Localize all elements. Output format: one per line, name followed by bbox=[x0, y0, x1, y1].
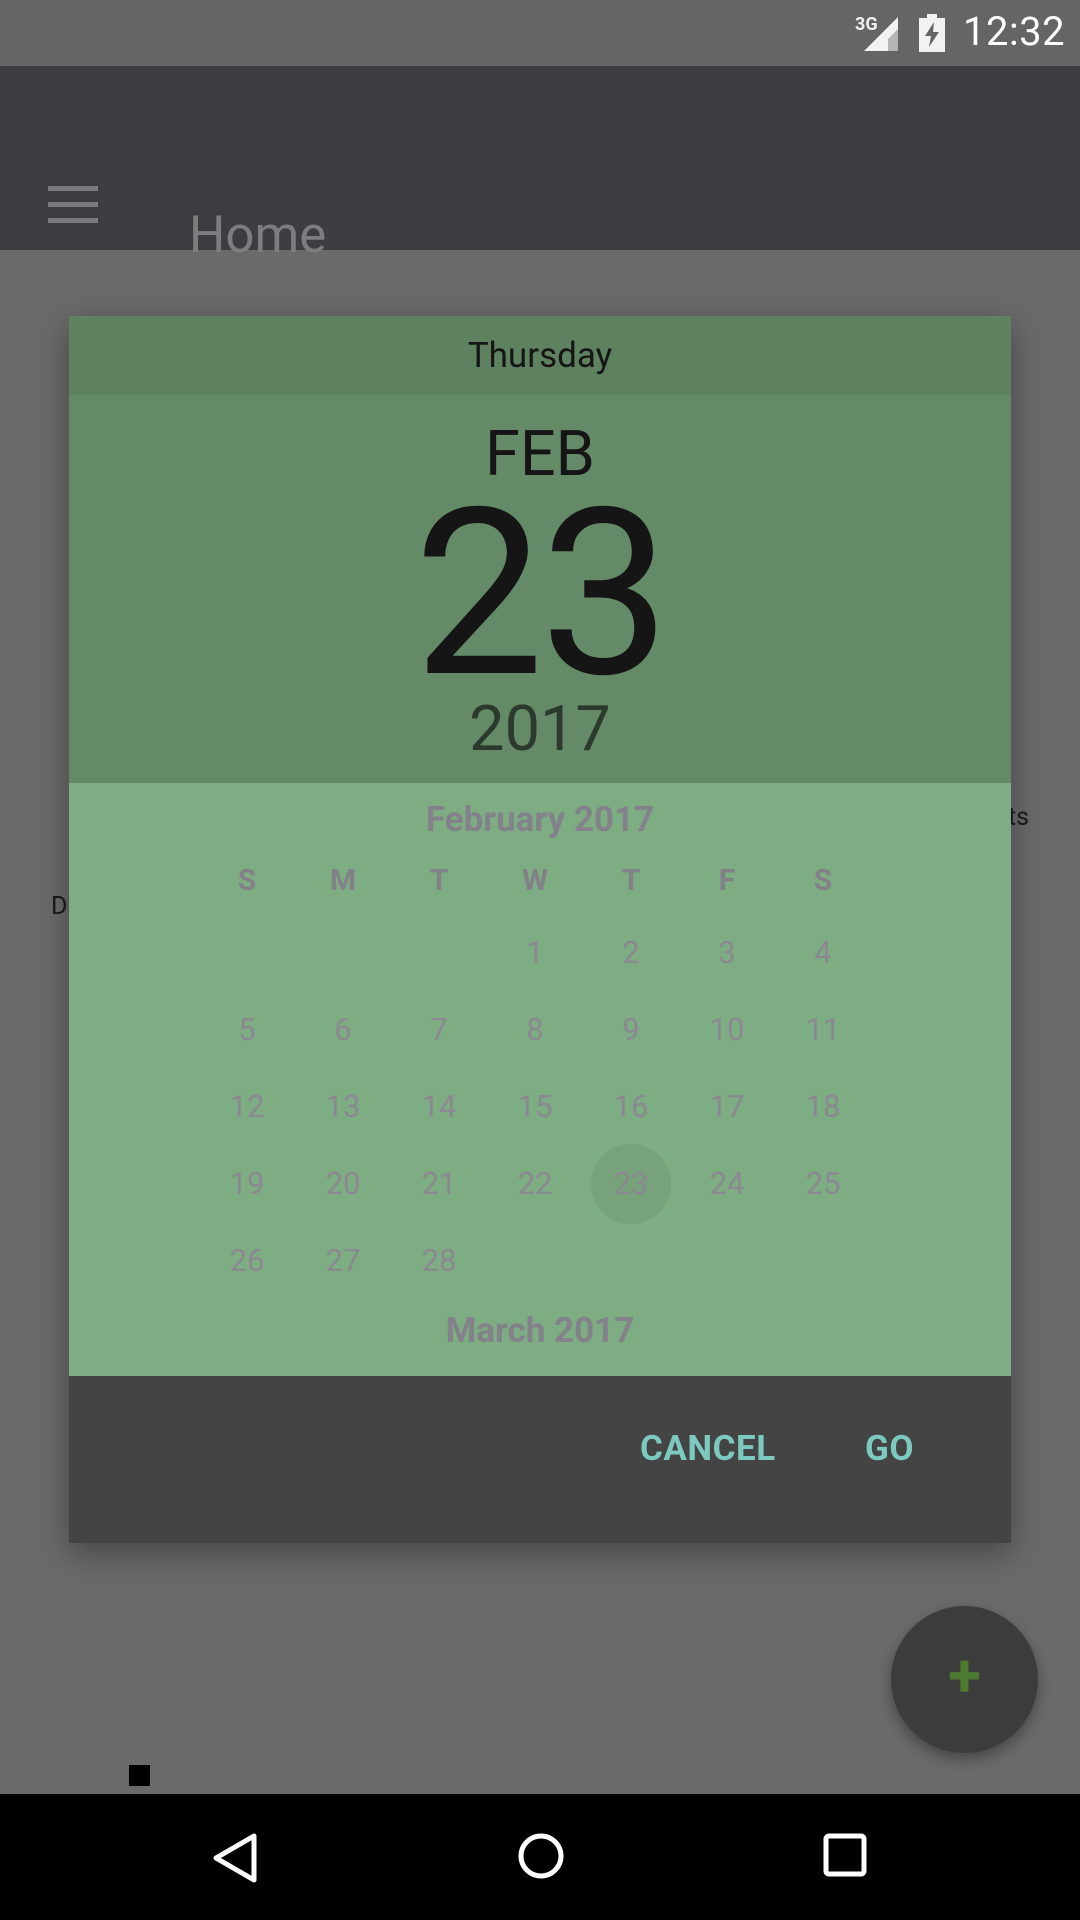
calendar-day[interactable]: 2 bbox=[591, 913, 671, 993]
background-text-right: ts bbox=[1008, 803, 1030, 832]
day-header: T bbox=[621, 863, 641, 898]
day-header: M bbox=[329, 863, 357, 898]
home-icon[interactable] bbox=[517, 1832, 565, 1880]
status-bar: 3G 12:32 bbox=[0, 0, 1080, 66]
calendar-day[interactable]: 1 bbox=[495, 913, 575, 993]
clock: 12:32 bbox=[963, 8, 1066, 55]
navigation-bar bbox=[0, 1794, 1080, 1920]
calendar-day[interactable]: 22 bbox=[495, 1144, 575, 1224]
day-header: W bbox=[521, 863, 549, 898]
calendar-day[interactable]: 19 bbox=[207, 1144, 287, 1224]
recents-icon[interactable] bbox=[822, 1832, 868, 1878]
day-header: S bbox=[813, 863, 833, 898]
date-picker-dialog: Thursday FEB 23 2017 February 2017 March… bbox=[69, 316, 1011, 1543]
day-header: F bbox=[718, 863, 736, 898]
calendar-day[interactable]: 27 bbox=[303, 1221, 383, 1301]
date-header: FEB 23 2017 bbox=[69, 395, 1011, 783]
calendar-day[interactable]: 28 bbox=[399, 1221, 479, 1301]
calendar-day[interactable]: 13 bbox=[303, 1067, 383, 1147]
selected-day[interactable]: 23 bbox=[69, 478, 1011, 710]
go-button[interactable]: GO bbox=[865, 1428, 914, 1469]
background-text-left: D bbox=[51, 892, 68, 921]
next-month-title: March 2017 bbox=[445, 1310, 635, 1351]
calendar-day[interactable]: 14 bbox=[399, 1067, 479, 1147]
calendar-day[interactable]: 5 bbox=[207, 990, 287, 1070]
app-bar: Home bbox=[0, 66, 1080, 265]
battery-charging-icon bbox=[919, 14, 945, 52]
app-title: Home bbox=[189, 206, 327, 265]
cancel-button[interactable]: CANCEL bbox=[640, 1428, 776, 1469]
calendar-day[interactable]: 12 bbox=[207, 1067, 287, 1147]
calendar-day[interactable]: 10 bbox=[687, 990, 767, 1070]
calendar-day[interactable]: 8 bbox=[495, 990, 575, 1070]
calendar-day[interactable]: 20 bbox=[303, 1144, 383, 1224]
month-title: February 2017 bbox=[425, 799, 655, 840]
back-icon[interactable] bbox=[212, 1832, 258, 1884]
calendar-day[interactable]: 26 bbox=[207, 1221, 287, 1301]
signal-icon bbox=[864, 17, 898, 51]
calendar-day[interactable]: 16 bbox=[591, 1067, 671, 1147]
calendar-day[interactable]: 15 bbox=[495, 1067, 575, 1147]
calendar-day[interactable]: 25 bbox=[783, 1144, 863, 1224]
calendar-day-selected[interactable]: 23 bbox=[591, 1144, 671, 1224]
calendar-day[interactable]: 21 bbox=[399, 1144, 479, 1224]
calendar-day[interactable]: 3 bbox=[687, 913, 767, 993]
calendar-day[interactable]: 17 bbox=[687, 1067, 767, 1147]
calendar-day[interactable]: 6 bbox=[303, 990, 383, 1070]
calendar-grid: February 2017 March 2017 SMTWTFS12345678… bbox=[69, 783, 1011, 1376]
weekday-label: Thursday bbox=[69, 316, 1011, 395]
add-fab[interactable]: + bbox=[891, 1606, 1038, 1753]
calendar-day[interactable]: 18 bbox=[783, 1067, 863, 1147]
calendar-day[interactable]: 4 bbox=[783, 913, 863, 993]
dialog-actions: CANCEL GO bbox=[69, 1376, 1011, 1543]
menu-icon[interactable] bbox=[48, 186, 98, 224]
calendar-day[interactable]: 9 bbox=[591, 990, 671, 1070]
calendar-day[interactable]: 24 bbox=[687, 1144, 767, 1224]
day-header: S bbox=[237, 863, 257, 898]
calendar-day[interactable]: 7 bbox=[399, 990, 479, 1070]
calendar-day[interactable]: 11 bbox=[783, 990, 863, 1070]
day-header: T bbox=[429, 863, 449, 898]
background-square bbox=[129, 1765, 150, 1786]
plus-icon: + bbox=[948, 1640, 981, 1711]
selected-year[interactable]: 2017 bbox=[69, 695, 1011, 765]
